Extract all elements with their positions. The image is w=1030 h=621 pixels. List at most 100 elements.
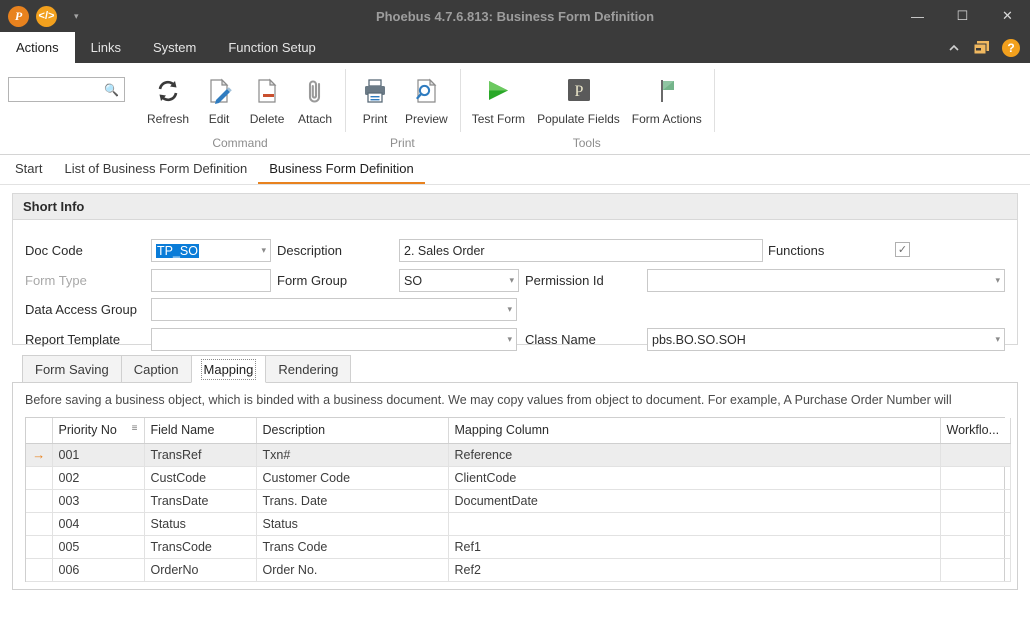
mapping-grid: Priority No ≡ Field Name Description Map… [25,417,1011,582]
document-tab-bar: Start List of Business Form Definition B… [0,155,1030,185]
column-label: Priority No [58,423,117,438]
column-header-workflow[interactable]: Workflo... [940,418,1011,444]
cell-priority: 005 [52,535,145,559]
edit-button[interactable]: Edit [195,69,243,128]
doc-code-input[interactable]: TP_SO ▾ [151,239,271,262]
help-icon[interactable]: ? [1002,38,1020,57]
attach-icon [300,71,330,111]
column-header-field-name[interactable]: Field Name [144,418,257,444]
column-header-description[interactable]: Description [256,418,449,444]
row-selector[interactable] [26,535,53,559]
functions-label: Functions [768,243,825,258]
test-form-button[interactable]: Test Form [466,69,531,128]
populate-fields-label: Populate Fields [537,112,620,126]
form-type-input[interactable] [151,269,271,292]
cell-description: Trans Code [256,535,449,559]
row-selector[interactable] [26,512,53,536]
cell-workflow [940,466,1011,490]
row-selector[interactable] [26,466,53,490]
cell-field: TransDate [144,489,257,513]
tab-start[interactable]: Start [4,155,53,184]
delete-icon [252,71,282,111]
report-template-input[interactable]: ▾ [151,328,517,351]
preview-icon [411,71,441,111]
flag-icon [652,71,682,111]
tab-list-of-business-form-definition[interactable]: List of Business Form Definition [53,155,258,184]
short-info-title: Short Info [13,194,1017,220]
column-header-priority-no[interactable]: Priority No ≡ [52,418,145,444]
description-value: 2. Sales Order [404,243,485,258]
collapse-ribbon-icon[interactable] [947,43,961,53]
maximize-button[interactable]: ☐ [940,0,985,32]
table-row[interactable]: 003 TransDate Trans. Date DocumentDate [26,489,1011,513]
cell-field: TransCode [144,535,257,559]
data-access-group-input[interactable]: ▾ [151,298,517,321]
search-box[interactable]: 🔍 [8,77,125,102]
column-header-mapping-column[interactable]: Mapping Column [448,418,941,444]
chevron-down-icon[interactable]: ▾ [995,275,1000,286]
cell-description: Txn# [256,443,449,467]
row-selector[interactable] [26,558,53,582]
table-row[interactable]: → 001 TransRef Txn# Reference [26,443,1011,467]
chevron-down-icon[interactable]: ▾ [261,245,266,256]
table-row[interactable]: 006 OrderNo Order No. Ref2 [26,558,1011,582]
table-row[interactable]: 004 Status Status [26,512,1011,536]
tab-label: Business Form Definition [269,161,414,176]
class-name-input[interactable]: pbs.BO.SO.SOH ▾ [647,328,1005,351]
tab-label: Form Saving [35,362,109,377]
cell-field: OrderNo [144,558,257,582]
refresh-button[interactable]: Refresh [141,69,195,128]
form-group-input[interactable]: SO ▾ [399,269,519,292]
tab-caption[interactable]: Caption [120,355,192,383]
code-icon[interactable]: </> [36,5,57,27]
menu-bar: Actions Links System Function Setup ? [0,32,1030,63]
attach-button[interactable]: Attach [291,69,339,128]
table-row[interactable]: 005 TransCode Trans Code Ref1 [26,535,1011,559]
description-input[interactable]: 2. Sales Order [399,239,763,262]
close-button[interactable]: ✕ [985,0,1030,32]
cell-mapping [448,512,941,536]
cell-priority: 006 [52,558,145,582]
doc-code-label: Doc Code [25,243,83,258]
ribbon-toolbar: 🔍 Refresh Edit Delete Attach Command Pri… [0,63,1030,155]
chevron-down-icon[interactable]: ▾ [509,275,514,286]
permission-id-input[interactable]: ▾ [647,269,1005,292]
tab-label: List of Business Form Definition [64,161,248,176]
sort-ascending-icon[interactable]: ≡ [132,423,138,434]
menu-item-actions[interactable]: Actions [0,32,75,63]
ribbon-group-command: Refresh Edit Delete Attach Command [135,63,345,154]
tab-mapping[interactable]: Mapping [190,355,267,383]
table-row[interactable]: 002 CustCode Customer Code ClientCode [26,466,1011,490]
refresh-label: Refresh [147,112,190,126]
form-actions-button[interactable]: Form Actions [626,69,708,128]
description-label: Description [277,243,343,258]
minimize-button[interactable]: — [895,0,940,32]
chevron-down-icon[interactable]: ▾ [507,334,512,345]
menu-item-function-setup[interactable]: Function Setup [212,32,331,63]
menu-label: Actions [16,40,59,55]
menu-item-links[interactable]: Links [75,32,137,63]
preview-button[interactable]: Preview [399,69,454,128]
chevron-down-icon[interactable]: ▾ [507,304,512,315]
cell-priority: 004 [52,512,145,536]
populate-fields-button[interactable]: P Populate Fields [531,69,626,128]
chevron-down-icon[interactable]: ▾ [74,11,79,22]
chevron-down-icon[interactable]: ▾ [995,334,1000,345]
short-info-panel: Short Info Doc Code TP_SO ▾ Description … [12,193,1018,351]
tab-rendering[interactable]: Rendering [265,355,352,383]
functions-checkbox[interactable]: ✓ [895,242,910,257]
tab-label: Mapping [200,359,257,380]
search-input[interactable] [14,81,105,98]
windows-icon[interactable] [973,40,990,55]
tab-form-saving[interactable]: Form Saving [22,355,122,383]
delete-button[interactable]: Delete [243,69,291,128]
menu-item-system[interactable]: System [137,32,212,63]
cell-mapping: ClientCode [448,466,941,490]
content-area: Short Info Doc Code TP_SO ▾ Description … [0,185,1030,590]
print-label: Print [362,112,388,126]
row-selector[interactable] [26,489,53,513]
mapping-panel: Before saving a business object, which i… [12,382,1018,590]
tab-business-form-definition[interactable]: Business Form Definition [258,155,425,184]
print-button[interactable]: Print [351,69,399,128]
mapping-help-text: Before saving a business object, which i… [25,393,952,407]
